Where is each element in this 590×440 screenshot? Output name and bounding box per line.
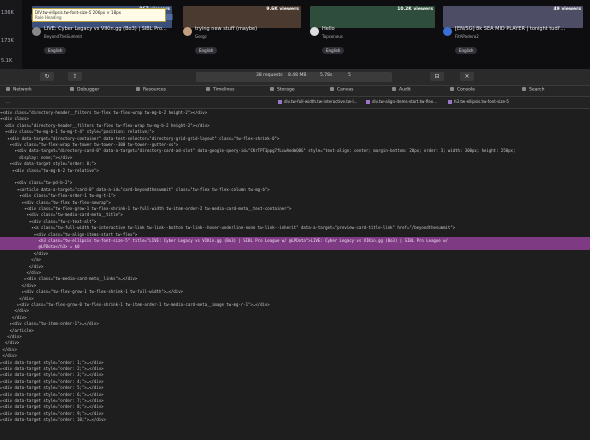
- load-time: 5.78s: [320, 73, 333, 78]
- inspector-tabs: Network Debugger Resources Timelines Sto…: [0, 86, 590, 97]
- tab-label: Resources: [143, 87, 166, 93]
- tab-canvas[interactable]: Canvas: [330, 87, 354, 93]
- export-icon[interactable]: ⇪: [68, 72, 82, 81]
- tab-label: Network: [13, 87, 32, 93]
- stream-thumbnail[interactable]: 49 viewers: [443, 6, 583, 28]
- stream-title[interactable]: LIVE: Cyber Legacy vs VIKin.gg (Bo3) | S…: [44, 26, 172, 32]
- tab-label: Timelines: [213, 87, 235, 93]
- avatar[interactable]: [32, 27, 41, 36]
- transfer-size: 8.48 MB: [288, 73, 307, 78]
- sidebar-count: 136K: [1, 10, 14, 16]
- tooltip-role: Role Heading: [35, 15, 62, 20]
- tab-audit[interactable]: Audit: [392, 87, 411, 93]
- language-tag[interactable]: English: [195, 47, 218, 54]
- viewer-count: 9.6K viewers: [266, 7, 299, 12]
- console-icon: [450, 87, 454, 91]
- dock-icon[interactable]: ⊟: [430, 72, 444, 81]
- inspector-toolbar: ↻ ⇪ 38 requests 8.48 MB 5.78s 5 ⊟ ✕: [0, 69, 590, 86]
- request-count: 38 requests: [256, 73, 283, 78]
- language-tag[interactable]: English: [322, 47, 345, 54]
- stream-title[interactable]: trying new stuff (maybe): [195, 26, 301, 32]
- debugger-icon: [70, 87, 74, 91]
- tab-resources[interactable]: Resources: [136, 87, 166, 93]
- inspector-tooltip: DIV.tw-ellipsis.tw-font-size-5 206px × 1…: [32, 8, 166, 22]
- breadcrumb: ... div.tw-full-width.tw-interactive.tw-…: [0, 97, 590, 109]
- tab-label: Storage: [277, 87, 295, 93]
- canvas-icon: [330, 87, 334, 91]
- breadcrumb-item[interactable]: ...: [6, 99, 10, 104]
- network-icon: [6, 87, 10, 91]
- stream-title[interactable]: [EN/SG] 8k SEA MID PLAYER | tonight tudi…: [455, 26, 583, 32]
- viewer-count: 10.2K viewers: [397, 7, 433, 12]
- tab-label: Canvas: [337, 87, 354, 93]
- channel-name[interactable]: BeyondTheSummit: [44, 34, 82, 39]
- channel-name[interactable]: FitAPadera2: [455, 34, 479, 39]
- sidebar-count: 173K: [1, 38, 14, 44]
- channel-name[interactable]: Gorgc: [195, 34, 207, 39]
- twitch-page: 136K 173K 5.1K DIV.tw-ellipsis.tw-font-s…: [0, 0, 590, 69]
- web-inspector: ↻ ⇪ 38 requests 8.48 MB 5.78s 5 ⊟ ✕ Netw…: [0, 69, 590, 440]
- tab-label: Console: [457, 87, 475, 93]
- viewer-count: 49 viewers: [553, 7, 581, 12]
- breadcrumb-label: div.tw-align-items-start.tw-flex...: [372, 99, 437, 104]
- tab-label: Audit: [399, 87, 411, 93]
- breadcrumb-item[interactable]: div.tw-align-items-start.tw-flex...: [366, 99, 437, 104]
- avatar[interactable]: [443, 27, 452, 36]
- breadcrumb-item[interactable]: h3.tw-ellipsis.tw-font-size-5: [448, 99, 509, 104]
- breadcrumb-label: div.tw-full-width.tw-interactive.tw-l...: [284, 99, 358, 104]
- network-summary: 38 requests 8.48 MB 5.78s 5: [196, 72, 392, 82]
- element-icon: [366, 100, 370, 104]
- sidebar-count: 5.1K: [1, 58, 13, 64]
- language-tag[interactable]: English: [44, 47, 67, 54]
- resources-icon: [136, 87, 140, 91]
- tab-console[interactable]: Console: [450, 87, 475, 93]
- dom-tree[interactable]: ▾<div class="directory-header__filters t…: [0, 109, 590, 440]
- avatar[interactable]: [183, 27, 192, 36]
- left-sidebar: 136K 173K 5.1K: [0, 0, 22, 69]
- storage-icon: [270, 87, 274, 91]
- language-tag[interactable]: English: [455, 47, 478, 54]
- tab-debugger[interactable]: Debugger: [70, 87, 99, 93]
- tab-label: Debugger: [77, 87, 100, 93]
- audit-icon: [392, 87, 396, 91]
- error-count: 5: [348, 73, 351, 78]
- element-icon: [448, 100, 452, 104]
- tab-search[interactable]: Search: [522, 87, 544, 93]
- stream-thumbnail[interactable]: 10.2K viewers: [310, 6, 435, 28]
- stream-thumbnail[interactable]: 9.6K viewers: [183, 6, 301, 28]
- tab-timelines[interactable]: Timelines: [206, 87, 234, 93]
- dom-node[interactable]: ▸<div data-target style="order: 10;">…</…: [0, 416, 590, 423]
- tab-storage[interactable]: Storage: [270, 87, 295, 93]
- close-icon[interactable]: ✕: [460, 72, 474, 81]
- breadcrumb-label: h3.tw-ellipsis.tw-font-size-5: [454, 99, 509, 104]
- channel-name[interactable]: Topsonous: [322, 34, 343, 39]
- tab-label: Search: [529, 87, 545, 93]
- reload-icon[interactable]: ↻: [40, 72, 54, 81]
- stream-title[interactable]: Hello: [322, 26, 435, 32]
- search-icon: [522, 87, 526, 91]
- tab-network[interactable]: Network: [6, 87, 32, 93]
- breadcrumb-item[interactable]: div.tw-full-width.tw-interactive.tw-l...: [278, 99, 357, 104]
- avatar[interactable]: [310, 27, 319, 36]
- element-icon: [278, 100, 282, 104]
- timelines-icon: [206, 87, 210, 91]
